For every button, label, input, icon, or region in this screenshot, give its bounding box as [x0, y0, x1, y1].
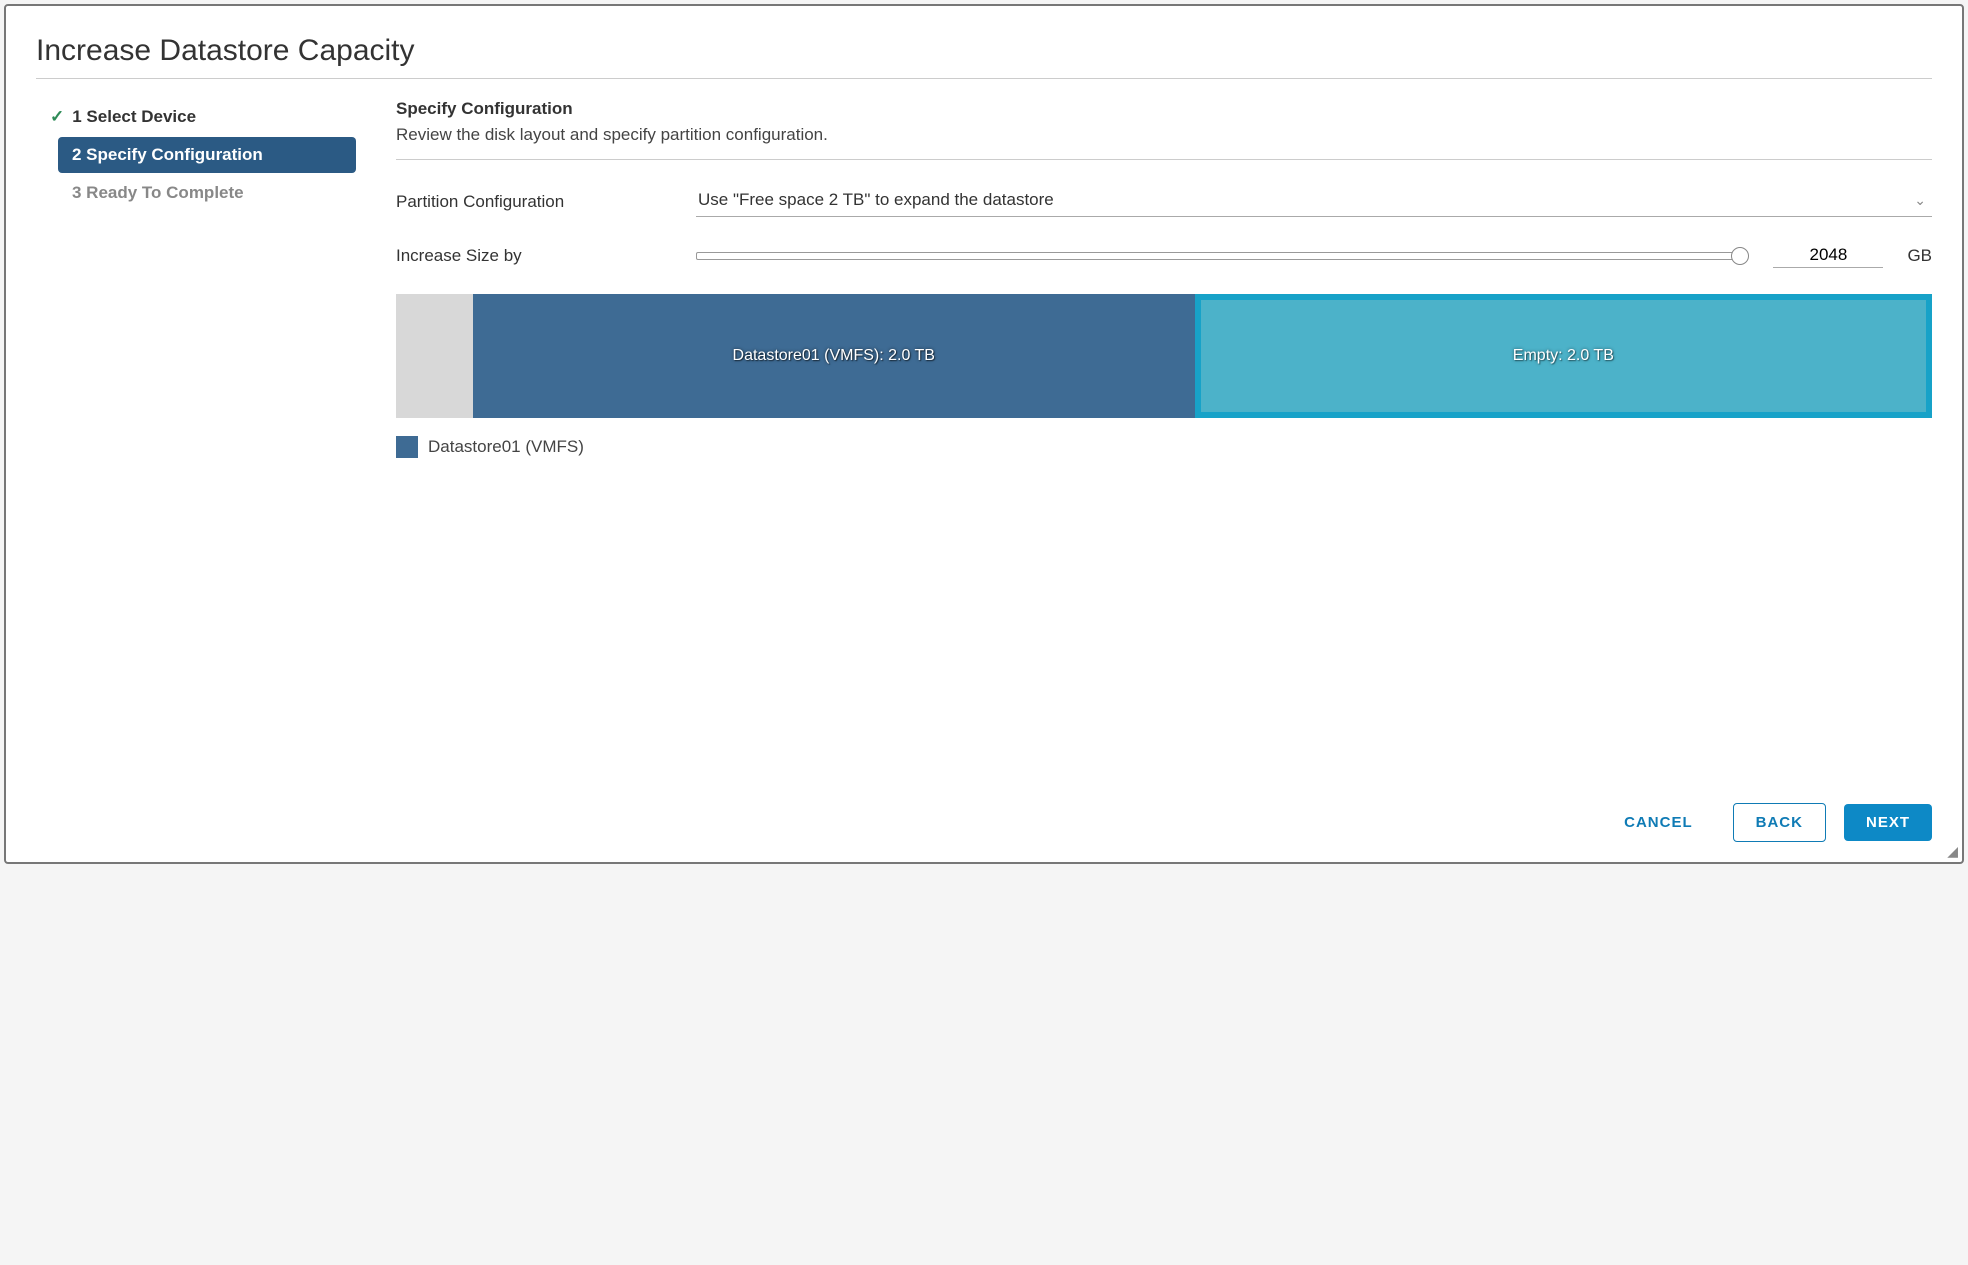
slider-track: [696, 252, 1737, 260]
disk-segment-datastore-label: Datastore01 (VMFS): 2.0 TB: [733, 347, 935, 365]
dialog-body: ✓ 1 Select Device 2 Specify Configuratio…: [36, 79, 1932, 783]
increase-size-row: Increase Size by GB: [396, 243, 1932, 268]
slider-thumb[interactable]: [1731, 247, 1749, 265]
partition-config-select[interactable]: Use "Free space 2 TB" to expand the data…: [696, 186, 1932, 217]
step-ready-to-complete: 3 Ready To Complete: [58, 175, 356, 211]
dialog-title: Increase Datastore Capacity: [36, 34, 1932, 79]
step-label: 1 Select Device: [72, 107, 196, 127]
partition-config-label: Partition Configuration: [396, 192, 696, 212]
disk-layout-bar: Datastore01 (VMFS): 2.0 TB Empty: 2.0 TB: [396, 294, 1932, 418]
disk-segment-empty-label: Empty: 2.0 TB: [1513, 347, 1614, 365]
disk-segment-datastore: Datastore01 (VMFS): 2.0 TB: [473, 294, 1195, 418]
increase-size-label: Increase Size by: [396, 246, 696, 266]
increase-size-slider[interactable]: [696, 251, 1749, 261]
wizard-steps-nav: ✓ 1 Select Device 2 Specify Configuratio…: [36, 99, 376, 783]
legend-label-datastore: Datastore01 (VMFS): [428, 437, 584, 457]
back-button[interactable]: BACK: [1733, 803, 1826, 842]
disk-segment-empty: Empty: 2.0 TB: [1195, 294, 1932, 418]
resize-grip-icon[interactable]: ◢: [1947, 844, 1958, 858]
increase-size-input[interactable]: [1773, 243, 1883, 268]
step-label: 3 Ready To Complete: [72, 183, 244, 203]
partition-config-row: Partition Configuration Use "Free space …: [396, 186, 1932, 217]
section-title: Specify Configuration: [396, 99, 1932, 119]
dialog-footer: CANCEL BACK NEXT: [36, 783, 1932, 842]
step-select-device[interactable]: ✓ 1 Select Device: [36, 99, 356, 135]
step-specify-configuration[interactable]: 2 Specify Configuration: [58, 137, 356, 173]
disk-legend: Datastore01 (VMFS): [396, 436, 1932, 458]
increase-size-unit: GB: [1907, 246, 1932, 266]
step-content: Specify Configuration Review the disk la…: [376, 99, 1932, 783]
step-label: 2 Specify Configuration: [72, 145, 263, 165]
section-subtitle: Review the disk layout and specify parti…: [396, 125, 1932, 160]
checkmark-icon: ✓: [50, 107, 64, 127]
cancel-button[interactable]: CANCEL: [1602, 804, 1715, 841]
chevron-down-icon: ⌄: [1914, 192, 1926, 209]
next-button[interactable]: NEXT: [1844, 804, 1932, 841]
legend-swatch-datastore: [396, 436, 418, 458]
partition-config-value: Use "Free space 2 TB" to expand the data…: [698, 190, 1054, 210]
wizard-dialog: Increase Datastore Capacity ✓ 1 Select D…: [4, 4, 1964, 864]
disk-segment-reserved: [396, 294, 473, 418]
